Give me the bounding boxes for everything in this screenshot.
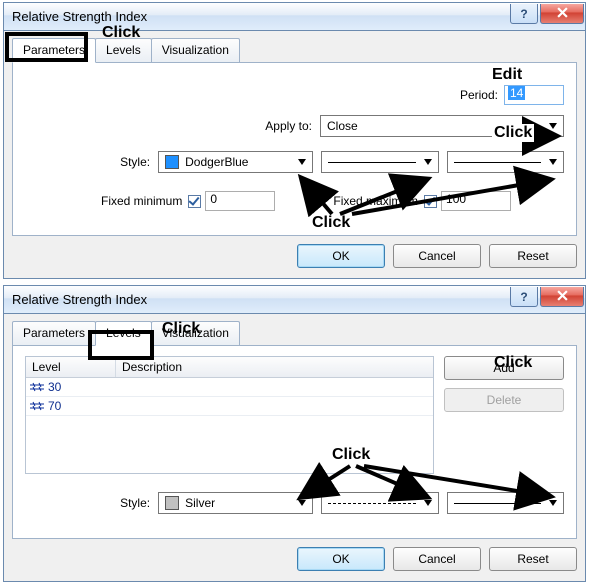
reset-button[interactable]: Reset bbox=[489, 547, 577, 571]
apply-to-dropdown[interactable]: Close bbox=[320, 115, 564, 137]
titlebar[interactable]: Relative Strength Index ? bbox=[4, 3, 585, 31]
table-header: Level Description bbox=[26, 357, 433, 378]
table-row[interactable]: 30 bbox=[26, 378, 433, 397]
level-desc bbox=[116, 378, 433, 396]
col-level[interactable]: Level bbox=[26, 357, 116, 377]
tab-levels-content: Level Description 30 bbox=[12, 345, 577, 539]
reset-button[interactable]: Reset bbox=[489, 244, 577, 268]
tab-levels[interactable]: Levels bbox=[95, 38, 152, 63]
color-swatch bbox=[165, 155, 179, 169]
help-icon: ? bbox=[520, 290, 527, 304]
rsi-dialog-parameters: Relative Strength Index ? Parameters Lev… bbox=[3, 2, 586, 279]
chevron-down-icon bbox=[420, 495, 436, 511]
style-color-dropdown[interactable]: Silver bbox=[158, 492, 313, 514]
style-color-dropdown[interactable]: DodgerBlue bbox=[158, 151, 313, 173]
fixed-max-checkbox[interactable] bbox=[424, 195, 437, 208]
period-input[interactable]: 14 bbox=[504, 85, 564, 105]
line-sample-icon bbox=[328, 162, 415, 163]
close-icon bbox=[557, 7, 568, 21]
fixed-min-checkbox[interactable] bbox=[188, 195, 201, 208]
tabstrip: Parameters Levels Visualization bbox=[4, 31, 585, 62]
button-bar: OK Cancel Reset bbox=[4, 539, 585, 581]
style-linepattern-dropdown[interactable] bbox=[321, 151, 438, 173]
table-row[interactable]: 70 bbox=[26, 397, 433, 416]
chevron-down-icon bbox=[545, 118, 561, 134]
style-linepattern-dropdown[interactable] bbox=[321, 492, 438, 514]
level-line-icon bbox=[30, 401, 44, 411]
chevron-down-icon bbox=[545, 154, 561, 170]
ok-button[interactable]: OK bbox=[297, 547, 385, 571]
color-swatch bbox=[165, 496, 179, 510]
col-description[interactable]: Description bbox=[116, 357, 433, 377]
level-value: 30 bbox=[48, 380, 61, 394]
chevron-down-icon bbox=[294, 154, 310, 170]
add-button[interactable]: Add bbox=[444, 356, 564, 380]
style-lineweight-dropdown[interactable] bbox=[447, 492, 564, 514]
style-label: Style: bbox=[25, 155, 158, 169]
apply-to-label: Apply to: bbox=[265, 119, 312, 133]
chevron-down-icon bbox=[545, 495, 561, 511]
dash-sample-icon bbox=[328, 503, 415, 504]
fixed-max-label: Fixed maximum bbox=[333, 194, 418, 208]
level-desc bbox=[116, 397, 433, 415]
ok-button[interactable]: OK bbox=[297, 244, 385, 268]
tab-levels[interactable]: Levels bbox=[95, 321, 152, 346]
style-lineweight-dropdown[interactable] bbox=[447, 151, 564, 173]
line-sample-icon bbox=[454, 503, 541, 504]
style-color-name: Silver bbox=[185, 496, 215, 510]
level-line-icon bbox=[30, 382, 44, 392]
style-color-name: DodgerBlue bbox=[185, 155, 248, 169]
dialog-title: Relative Strength Index bbox=[12, 292, 147, 307]
levels-table[interactable]: Level Description 30 bbox=[25, 356, 434, 474]
tab-parameters-content: Period: 14 Apply to: Close Style: Dodger… bbox=[12, 62, 577, 236]
fixed-max-input[interactable]: 100 bbox=[441, 191, 511, 211]
fixed-min-input[interactable]: 0 bbox=[205, 191, 275, 211]
dialog-title: Relative Strength Index bbox=[12, 9, 147, 24]
button-bar: OK Cancel Reset bbox=[4, 236, 585, 278]
chevron-down-icon bbox=[294, 495, 310, 511]
close-button[interactable] bbox=[540, 4, 584, 24]
tabstrip: Parameters Levels Visualization bbox=[4, 314, 585, 345]
close-icon bbox=[557, 290, 568, 304]
help-button[interactable]: ? bbox=[510, 287, 538, 307]
rsi-dialog-levels: Relative Strength Index ? Parameters Lev… bbox=[3, 285, 586, 582]
titlebar[interactable]: Relative Strength Index ? bbox=[4, 286, 585, 314]
tab-parameters[interactable]: Parameters bbox=[12, 38, 96, 63]
tab-visualization[interactable]: Visualization bbox=[151, 321, 240, 346]
cancel-button[interactable]: Cancel bbox=[393, 547, 481, 571]
tab-parameters[interactable]: Parameters bbox=[12, 321, 96, 346]
style-label: Style: bbox=[25, 496, 158, 510]
cancel-button[interactable]: Cancel bbox=[393, 244, 481, 268]
line-sample-icon bbox=[454, 162, 541, 163]
apply-to-value: Close bbox=[327, 119, 358, 133]
close-button[interactable] bbox=[540, 287, 584, 307]
help-icon: ? bbox=[520, 7, 527, 21]
level-value: 70 bbox=[48, 399, 61, 413]
help-button[interactable]: ? bbox=[510, 4, 538, 24]
fixed-min-label: Fixed minimum bbox=[101, 194, 182, 208]
delete-button[interactable]: Delete bbox=[444, 388, 564, 412]
tab-visualization[interactable]: Visualization bbox=[151, 38, 240, 63]
period-label: Period: bbox=[460, 88, 498, 102]
chevron-down-icon bbox=[420, 154, 436, 170]
